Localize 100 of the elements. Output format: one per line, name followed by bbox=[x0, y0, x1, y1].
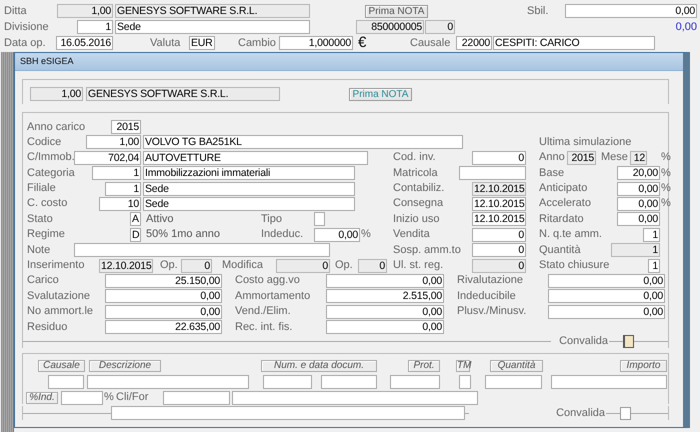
field-label: Ammortamento bbox=[235, 290, 312, 303]
input-field[interactable]: 850000005 bbox=[356, 20, 424, 34]
input-field[interactable]: 12.10.2015 bbox=[472, 212, 526, 226]
checkbox[interactable] bbox=[623, 334, 634, 348]
input-field[interactable]: 0 bbox=[425, 20, 455, 34]
input-field[interactable]: 0,00 bbox=[326, 274, 444, 288]
input-field[interactable] bbox=[459, 166, 526, 180]
field-label: Op. bbox=[335, 259, 354, 272]
input-field[interactable]: 0 bbox=[358, 258, 387, 273]
input-field[interactable]: 0,00 bbox=[314, 228, 360, 242]
input-field[interactable]: 0,00 bbox=[548, 289, 665, 304]
prima-nota-button[interactable]: Prima NOTA bbox=[365, 4, 428, 18]
input-field[interactable]: 1 bbox=[611, 243, 660, 258]
input-field[interactable]: 1,00 bbox=[57, 4, 113, 18]
input-field[interactable]: 0,00 bbox=[617, 182, 660, 196]
input-field[interactable] bbox=[459, 374, 471, 389]
input-field[interactable]: 16.05.2016 bbox=[56, 36, 113, 50]
input-field[interactable]: 0,00 bbox=[105, 304, 222, 319]
input-field[interactable]: 22000 bbox=[456, 36, 492, 50]
input-field[interactable]: VOLVO TG BA251KL bbox=[143, 135, 463, 150]
input-field[interactable]: EUR bbox=[189, 36, 215, 50]
input-field[interactable]: 2015 bbox=[111, 120, 141, 134]
field-label: Convalida bbox=[556, 406, 605, 420]
input-field[interactable] bbox=[485, 374, 542, 389]
input-field[interactable]: 12 bbox=[630, 150, 647, 165]
input-field[interactable] bbox=[314, 212, 325, 226]
field-label: Anticipato bbox=[539, 182, 588, 196]
field-label: Anno carico bbox=[27, 120, 86, 134]
input-field[interactable]: 2015 bbox=[567, 150, 596, 165]
field-label: % bbox=[661, 151, 668, 164]
field-label: N. q.te amm. bbox=[539, 228, 603, 242]
input-field[interactable]: 0 bbox=[472, 258, 526, 273]
input-field[interactable]: 12.10.2015 bbox=[472, 182, 526, 196]
input-field[interactable]: 0,00 bbox=[565, 4, 697, 18]
input-field[interactable] bbox=[321, 374, 377, 389]
input-field[interactable]: 0,00 bbox=[326, 320, 444, 334]
input-field[interactable]: 1,000000 bbox=[279, 36, 353, 50]
input-field[interactable] bbox=[390, 374, 440, 389]
input-field[interactable]: 1 bbox=[77, 20, 113, 34]
input-field[interactable]: 2.515,00 bbox=[326, 289, 444, 304]
column-header: %Ind. bbox=[26, 392, 58, 404]
input-field[interactable]: Sede bbox=[143, 182, 355, 196]
input-field[interactable]: 12.10.2015 bbox=[99, 258, 153, 273]
input-field[interactable]: GENESYS SOFTWARE S.R.L. bbox=[86, 87, 280, 101]
field-label: Note bbox=[27, 244, 52, 257]
input-field[interactable]: 0 bbox=[472, 150, 526, 165]
input-field[interactable]: GENESYS SOFTWARE S.R.L. bbox=[115, 4, 310, 18]
input-field[interactable]: 0,00 bbox=[617, 196, 660, 211]
input-field[interactable]: 0,00 bbox=[617, 212, 660, 226]
input-field[interactable]: 1 bbox=[643, 228, 660, 242]
input-field[interactable] bbox=[263, 374, 312, 389]
input-field[interactable]: 0 bbox=[276, 258, 330, 273]
input-field[interactable] bbox=[48, 374, 84, 389]
splitter-handle[interactable] bbox=[1, 52, 14, 432]
input-field[interactable] bbox=[163, 390, 230, 405]
input-field[interactable]: D bbox=[130, 228, 141, 242]
field-label: Inserimento bbox=[27, 259, 86, 272]
input-field[interactable]: AUTOVETTURE bbox=[143, 150, 368, 165]
field-label: Data op. bbox=[4, 36, 47, 50]
field-label: Divisione bbox=[4, 20, 50, 34]
input-field[interactable]: Immobilizzazioni immateriali bbox=[143, 166, 355, 180]
input-field[interactable]: A bbox=[130, 212, 141, 226]
field-label: No ammort.le bbox=[27, 305, 94, 318]
input-field[interactable]: 0,00 bbox=[326, 304, 444, 319]
input-field[interactable]: 1 bbox=[648, 258, 660, 273]
input-field[interactable]: 0,00 bbox=[105, 289, 222, 304]
field-label: C/Immob. bbox=[27, 151, 72, 164]
input-field[interactable]: 0 bbox=[472, 243, 526, 258]
input-field[interactable]: 702,04 bbox=[74, 150, 141, 165]
input-field[interactable]: 0,00 bbox=[548, 274, 665, 288]
input-field[interactable]: Sede bbox=[143, 196, 355, 211]
input-field[interactable]: 20,00 bbox=[617, 166, 660, 180]
input-field[interactable]: 22.635,00 bbox=[105, 320, 222, 334]
input-field[interactable]: 1 bbox=[92, 166, 141, 180]
field-label: Residuo bbox=[27, 320, 68, 334]
field-label: Base bbox=[539, 166, 566, 180]
input-field[interactable]: 1 bbox=[105, 182, 141, 196]
input-field[interactable]: 12.10.2015 bbox=[472, 196, 526, 211]
checkbox[interactable] bbox=[620, 406, 631, 420]
input-field[interactable]: CESPITI: CARICO bbox=[493, 36, 655, 50]
field-label: Ditta bbox=[4, 4, 28, 18]
input-field[interactable] bbox=[232, 390, 478, 405]
input-field[interactable] bbox=[551, 374, 667, 389]
input-field[interactable] bbox=[74, 243, 330, 258]
column-header: Importo bbox=[620, 360, 667, 372]
input-field[interactable] bbox=[87, 374, 249, 389]
column-header: Prot. bbox=[408, 360, 440, 372]
input-field[interactable]: 1,00 bbox=[86, 135, 141, 150]
input-field[interactable] bbox=[61, 390, 103, 405]
input-field[interactable]: 0,00 bbox=[548, 304, 665, 319]
input-field[interactable]: 25.150,00 bbox=[105, 274, 222, 288]
input-field[interactable]: 10 bbox=[99, 196, 141, 211]
input-field[interactable]: Sede bbox=[115, 20, 310, 34]
input-field[interactable]: 0 bbox=[181, 258, 212, 273]
field-label: Ultima simulazione bbox=[539, 136, 632, 149]
input-field[interactable] bbox=[111, 406, 465, 420]
input-field[interactable]: 0 bbox=[472, 228, 526, 242]
column-header: Causale bbox=[38, 360, 85, 372]
input-field[interactable]: 1,00 bbox=[30, 87, 83, 101]
field-label: Filiale bbox=[27, 182, 57, 196]
